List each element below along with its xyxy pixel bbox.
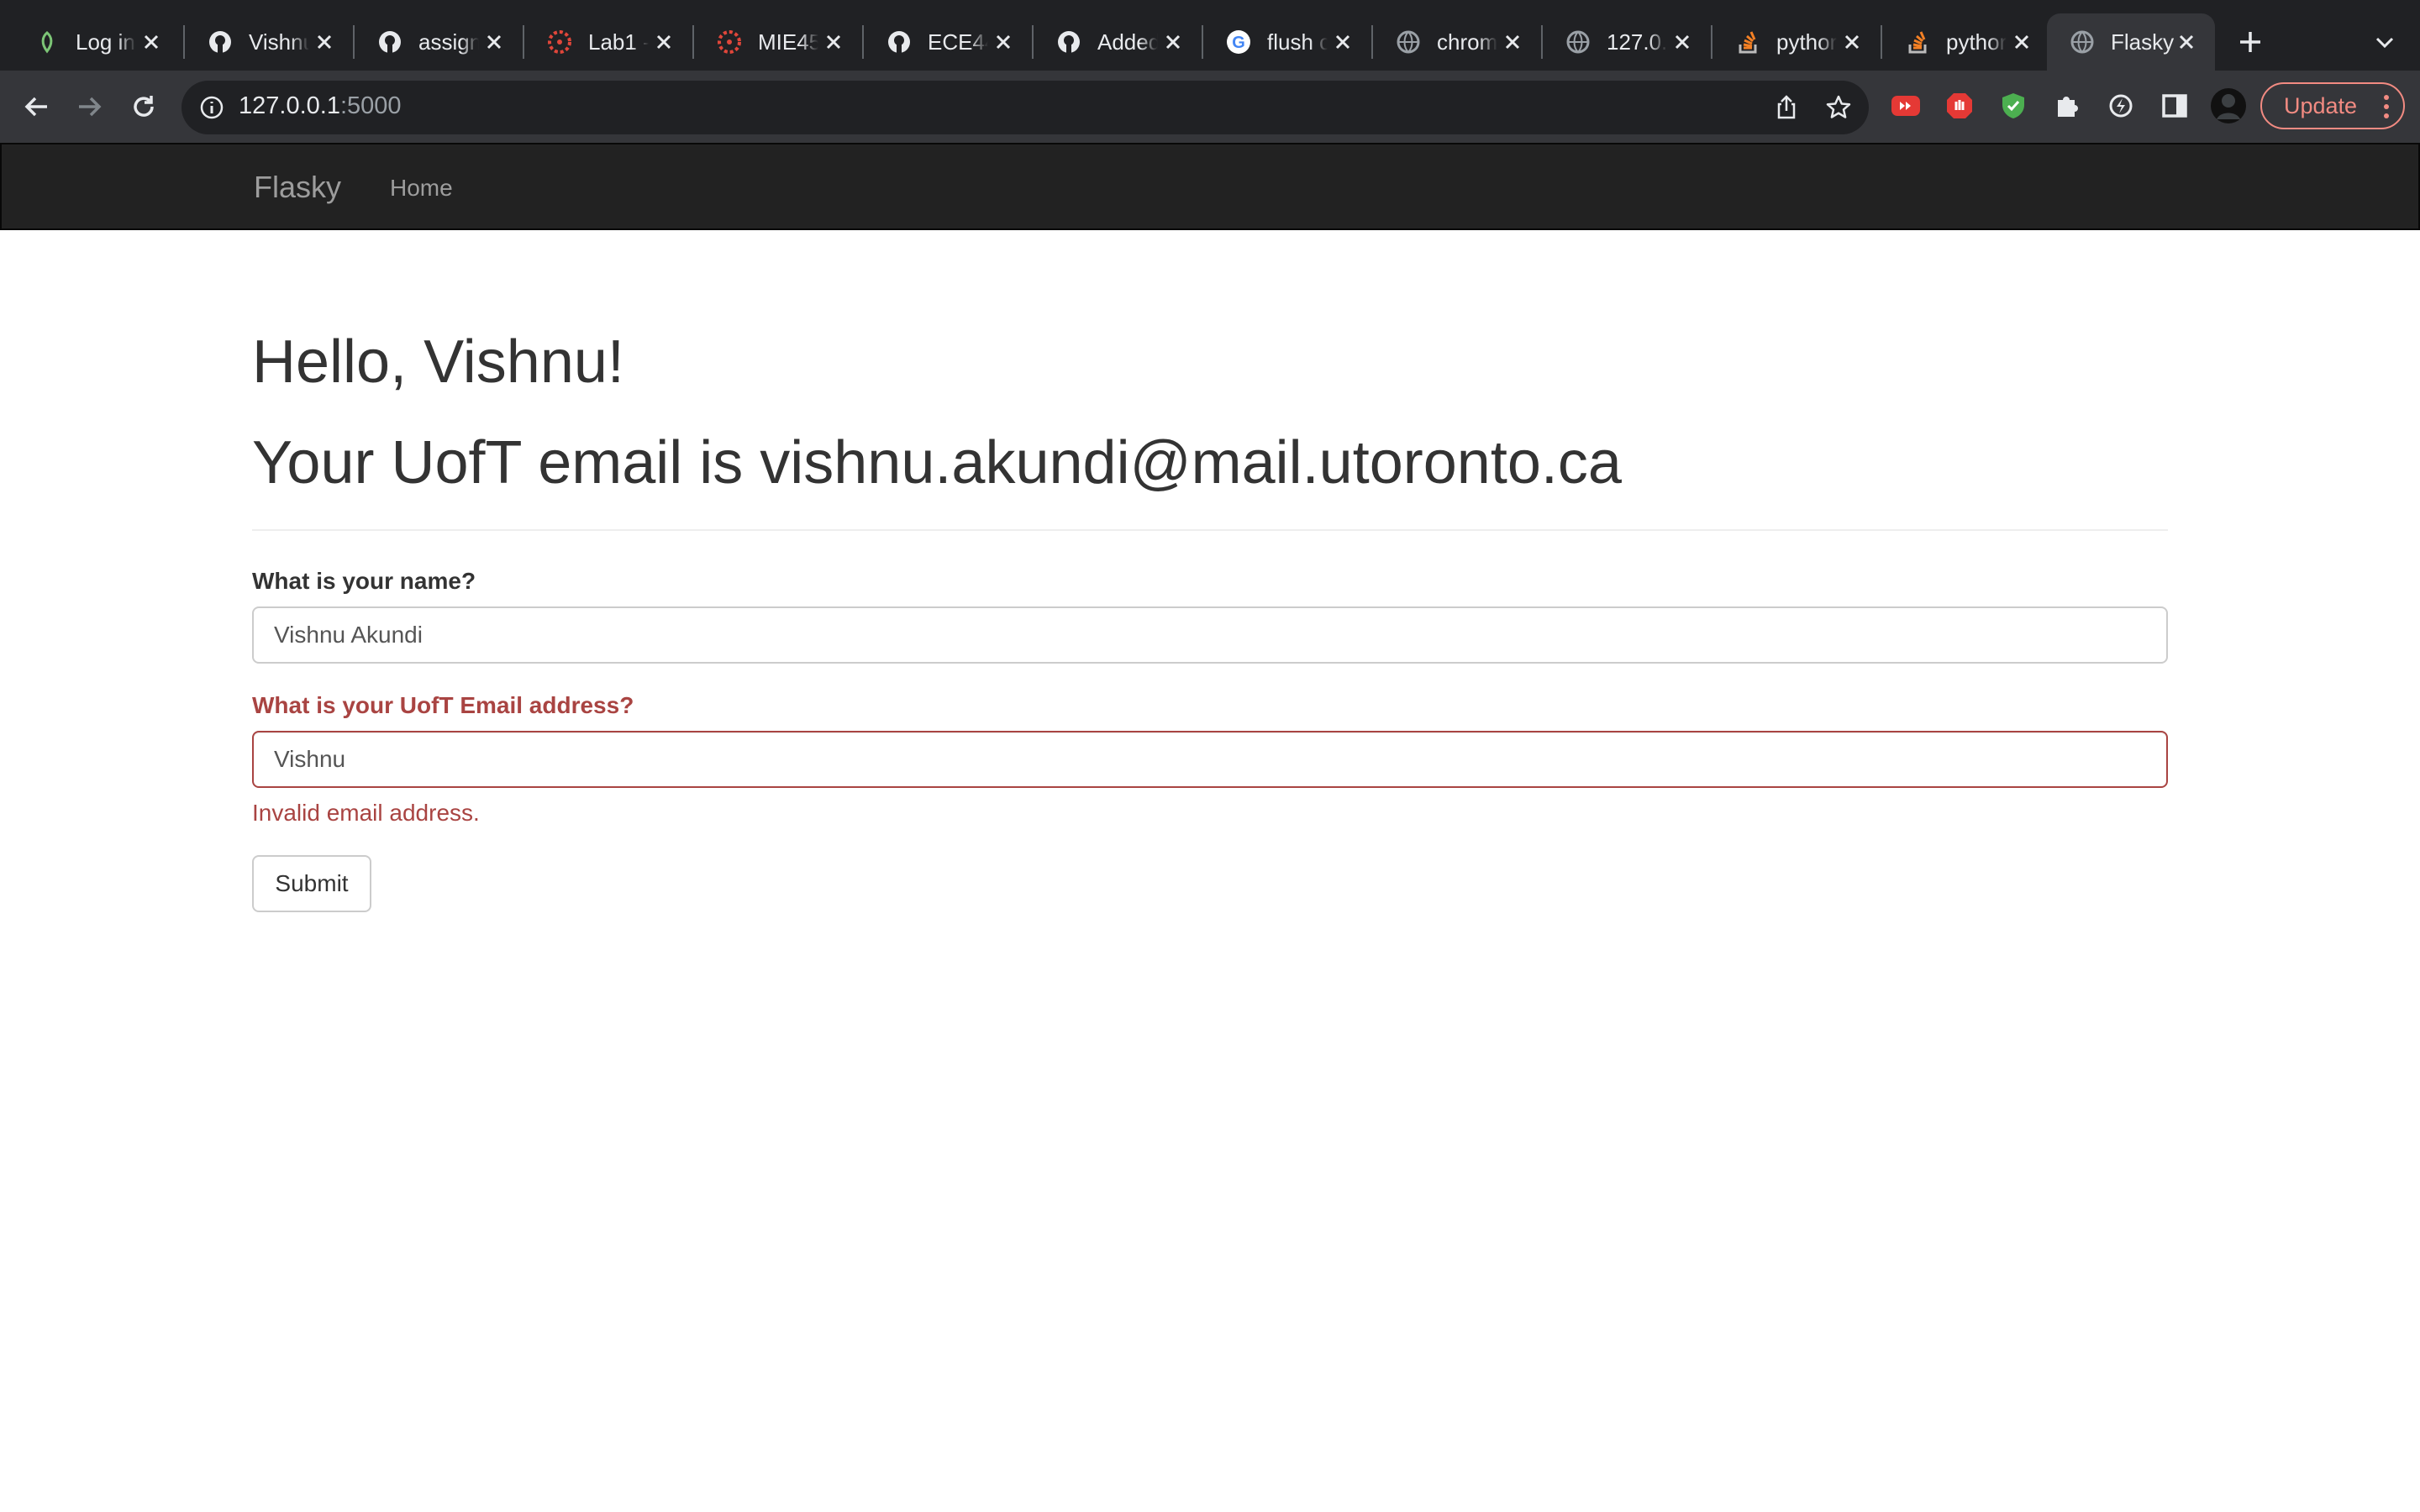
tab-chrome[interactable]: chrom xyxy=(1373,13,1541,71)
more-vert-icon[interactable] xyxy=(2383,94,2390,125)
tab-github-vishnu[interactable]: Vishnu xyxy=(185,13,353,71)
close-icon[interactable] xyxy=(1160,29,1186,55)
close-icon[interactable] xyxy=(1669,29,1696,55)
close-icon[interactable] xyxy=(1329,29,1356,55)
divider xyxy=(252,529,2168,531)
adblock-extension-icon[interactable] xyxy=(1943,89,1976,123)
browser-chrome: Log in Vishnu assign Lab1 - MIE45 ECE4 A… xyxy=(0,0,2420,143)
tab-localhost[interactable]: 127.0. xyxy=(1543,13,1711,71)
stackoverflow-icon xyxy=(1734,29,1761,55)
close-icon[interactable] xyxy=(650,29,677,55)
tab-mie45[interactable]: MIE45 xyxy=(694,13,862,71)
close-icon[interactable] xyxy=(990,29,1017,55)
url-host: 127.0.0.1 xyxy=(239,92,340,119)
tab-title: pythor xyxy=(1776,29,1837,55)
close-icon[interactable] xyxy=(2008,29,2035,55)
leaf-icon xyxy=(34,29,60,55)
globe-icon xyxy=(1395,29,1422,55)
avatar[interactable] xyxy=(2210,87,2247,124)
info-icon[interactable] xyxy=(198,94,225,121)
github-icon xyxy=(207,29,234,55)
close-icon[interactable] xyxy=(820,29,847,55)
shield-extension-icon[interactable] xyxy=(1996,89,2030,123)
name-field[interactable] xyxy=(252,606,2168,664)
reload-icon xyxy=(134,96,154,117)
email-error-message: Invalid email address. xyxy=(252,800,480,826)
tab-title: pythor xyxy=(1946,29,2007,55)
bookmark-star-icon[interactable] xyxy=(1825,94,1852,121)
plus-icon xyxy=(2240,32,2260,52)
tab-ece44[interactable]: ECE44 xyxy=(864,13,1032,71)
site-navbar: Flasky Home xyxy=(0,143,2420,230)
tab-title: Vishnu xyxy=(249,29,309,55)
tab-title: chrom xyxy=(1437,29,1497,55)
tab-strip: Log in Vishnu assign Lab1 - MIE45 ECE4 A… xyxy=(0,0,2420,77)
email-label: What is your UofT Email address? xyxy=(252,692,634,718)
performance-icon[interactable] xyxy=(2104,89,2138,123)
submit-button[interactable]: Submit xyxy=(252,855,371,912)
canvas-icon xyxy=(716,29,743,55)
tab-title: Added xyxy=(1097,29,1158,55)
svg-text:G: G xyxy=(1232,34,1245,52)
chevron-down-icon xyxy=(2375,37,2394,49)
side-panel-icon[interactable] xyxy=(2158,89,2191,123)
stackoverflow-icon xyxy=(1904,29,1931,55)
tab-title: Lab1 - xyxy=(588,29,649,55)
close-icon[interactable] xyxy=(311,29,338,55)
tab-lab1[interactable]: Lab1 - xyxy=(524,13,692,71)
github-icon xyxy=(886,29,913,55)
github-icon xyxy=(1055,29,1082,55)
share-icon[interactable] xyxy=(1773,94,1800,121)
tab-title: Log in xyxy=(76,29,135,55)
tab-github-assign[interactable]: assign xyxy=(355,13,523,71)
puzzle-icon[interactable] xyxy=(2050,89,2084,123)
name-label: What is your name? xyxy=(252,568,476,594)
tab-python-1[interactable]: pythor xyxy=(1712,13,1881,71)
email-field[interactable] xyxy=(252,731,2168,788)
youtube-extension-icon[interactable] xyxy=(1889,89,1923,123)
tab-flush[interactable]: G flush c xyxy=(1203,13,1371,71)
browser-toolbar: 127.0.0.1:5000 Update xyxy=(0,71,2420,143)
navbar-brand[interactable]: Flasky xyxy=(254,170,341,205)
back-button[interactable] xyxy=(17,87,55,126)
arrow-left-icon xyxy=(24,97,47,117)
forward-button[interactable] xyxy=(71,87,109,126)
close-icon[interactable] xyxy=(481,29,508,55)
tab-login[interactable]: Log in xyxy=(12,13,180,71)
tab-title: MIE45 xyxy=(758,29,818,55)
greeting-heading: Hello, Vishnu! xyxy=(252,328,624,396)
nav-link-home[interactable]: Home xyxy=(390,175,453,202)
close-icon[interactable] xyxy=(138,29,165,55)
address-bar[interactable]: 127.0.0.1:5000 xyxy=(182,81,1869,134)
url-port: :5000 xyxy=(339,92,402,119)
close-icon[interactable] xyxy=(1839,29,1865,55)
update-button[interactable]: Update xyxy=(2260,82,2405,129)
close-icon[interactable] xyxy=(2173,29,2200,55)
globe-icon xyxy=(2069,29,2096,55)
tab-search-button[interactable] xyxy=(2368,25,2402,59)
email-heading: Your UofT email is vishnu.akundi@mail.ut… xyxy=(252,429,1622,496)
github-icon xyxy=(376,29,403,55)
new-tab-button[interactable] xyxy=(2232,24,2269,60)
tab-title: flush c xyxy=(1267,29,1328,55)
tab-flasky[interactable]: Flasky xyxy=(2047,13,2215,71)
tab-title: assign xyxy=(418,29,479,55)
url-text: 127.0.0.1:5000 xyxy=(239,92,402,120)
tab-title: ECE44 xyxy=(928,29,988,55)
globe-icon xyxy=(1565,29,1591,55)
tab-added[interactable]: Added xyxy=(1034,13,1202,71)
update-label: Update xyxy=(2284,92,2358,118)
tab-title: 127.0. xyxy=(1607,29,1667,55)
google-icon: G xyxy=(1225,29,1252,55)
arrow-right-icon xyxy=(79,97,102,117)
close-icon[interactable] xyxy=(1499,29,1526,55)
tab-python-2[interactable]: pythor xyxy=(1882,13,2050,71)
reload-button[interactable] xyxy=(124,87,163,126)
canvas-icon xyxy=(546,29,573,55)
